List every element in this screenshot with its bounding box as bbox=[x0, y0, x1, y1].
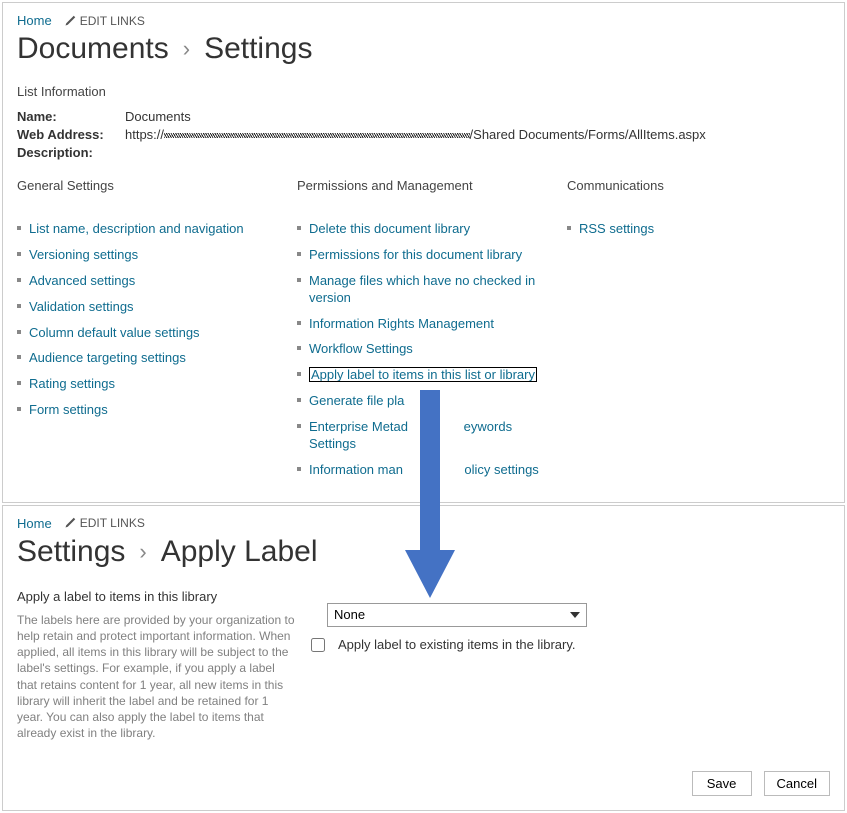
permissions-heading: Permissions and Management bbox=[297, 178, 547, 193]
label-dropdown[interactable]: None bbox=[327, 603, 587, 627]
link-irm[interactable]: Information Rights Management bbox=[309, 316, 494, 331]
url-suffix: /Shared Documents/Forms/AllItems.aspx bbox=[470, 127, 706, 142]
general-settings-column: General Settings List name, description … bbox=[17, 178, 277, 488]
name-value: Documents bbox=[125, 109, 191, 124]
communications-column: Communications RSS settings bbox=[567, 178, 747, 488]
top-nav-2: Home EDIT LINKS bbox=[17, 516, 830, 531]
edit-links-link[interactable]: EDIT LINKS bbox=[64, 14, 145, 28]
cancel-button[interactable]: Cancel bbox=[764, 771, 830, 796]
link-versioning[interactable]: Versioning settings bbox=[29, 247, 138, 262]
link-rating[interactable]: Rating settings bbox=[29, 376, 115, 391]
link-column-defaults[interactable]: Column default value settings bbox=[29, 325, 200, 340]
apply-existing-checkbox[interactable] bbox=[311, 638, 325, 652]
url-prefix: https:// bbox=[125, 127, 164, 142]
list-info-table: Name: Documents Web Address: https://xxx… bbox=[17, 109, 830, 160]
link-manage-files[interactable]: Manage files which have no checked in ve… bbox=[309, 273, 535, 305]
edit-links-label-2: EDIT LINKS bbox=[80, 516, 145, 530]
link-apply-label[interactable]: Apply label to items in this list or lib… bbox=[309, 367, 537, 382]
title-part-apply-label: Apply Label bbox=[161, 535, 318, 569]
edit-links-label: EDIT LINKS bbox=[80, 14, 145, 28]
title-part-documents: Documents bbox=[17, 32, 169, 66]
link-workflow[interactable]: Workflow Settings bbox=[309, 341, 413, 356]
top-nav: Home EDIT LINKS bbox=[17, 13, 830, 28]
web-address-value: https://xxxxxxxxxxxxxxxxxxxxxxxxxxxxxxxx… bbox=[125, 127, 706, 142]
link-form-settings[interactable]: Form settings bbox=[29, 402, 108, 417]
link-generate-file-plan[interactable]: Generate file pla bbox=[309, 393, 404, 408]
general-settings-list: List name, description and navigation Ve… bbox=[17, 221, 277, 419]
home-link-2[interactable]: Home bbox=[17, 516, 52, 531]
breadcrumb-chevron-icon: › bbox=[139, 539, 146, 565]
communications-heading: Communications bbox=[567, 178, 747, 193]
permissions-column: Permissions and Management Delete this d… bbox=[297, 178, 547, 488]
link-audience-targeting[interactable]: Audience targeting settings bbox=[29, 350, 186, 365]
title-part-settings: Settings bbox=[204, 32, 312, 66]
permissions-list: Delete this document library Permissions… bbox=[297, 221, 547, 479]
apply-existing-label: Apply label to existing items in the lib… bbox=[338, 637, 575, 652]
title-part-settings-2: Settings bbox=[17, 535, 125, 569]
link-rss[interactable]: RSS settings bbox=[579, 221, 654, 236]
documents-settings-panel: Home EDIT LINKS Documents › Settings Lis… bbox=[2, 2, 845, 503]
link-advanced[interactable]: Advanced settings bbox=[29, 273, 135, 288]
name-label: Name: bbox=[17, 109, 125, 124]
communications-list: RSS settings bbox=[567, 221, 747, 238]
general-settings-heading: General Settings bbox=[17, 178, 277, 193]
edit-links-link-2[interactable]: EDIT LINKS bbox=[64, 516, 145, 530]
apply-label-subheading: Apply a label to items in this library bbox=[17, 589, 297, 604]
settings-columns: General Settings List name, description … bbox=[17, 178, 830, 488]
home-link[interactable]: Home bbox=[17, 13, 52, 28]
description-label: Description: bbox=[17, 145, 125, 160]
page-title: Documents › Settings bbox=[17, 32, 830, 66]
pencil-icon bbox=[64, 517, 76, 529]
apply-label-controls: None Apply label to existing items in th… bbox=[327, 589, 830, 742]
web-address-label: Web Address: bbox=[17, 127, 125, 142]
link-enterprise-metadata[interactable]: Enterprise Metadata and Keywords Setting… bbox=[309, 419, 512, 451]
list-information-heading: List Information bbox=[17, 84, 830, 99]
link-delete-library[interactable]: Delete this document library bbox=[309, 221, 470, 236]
link-permissions[interactable]: Permissions for this document library bbox=[309, 247, 522, 262]
save-button[interactable]: Save bbox=[692, 771, 752, 796]
action-buttons: Save Cancel bbox=[692, 771, 830, 796]
pencil-icon bbox=[64, 15, 76, 27]
apply-label-panel: Home EDIT LINKS Settings › Apply Label A… bbox=[2, 505, 845, 811]
url-redacted: xxxxxxxxxxxxxxxxxxxxxxxxxxxxxxxxxxxxxxxx… bbox=[164, 127, 470, 142]
link-information-management[interactable]: Information management policy settings bbox=[309, 462, 539, 477]
apply-label-description: Apply a label to items in this library T… bbox=[17, 589, 297, 742]
breadcrumb-chevron-icon: › bbox=[183, 36, 190, 62]
apply-label-text: The labels here are provided by your org… bbox=[17, 612, 297, 742]
page-title-2: Settings › Apply Label bbox=[17, 535, 830, 569]
link-list-name[interactable]: List name, description and navigation bbox=[29, 221, 244, 236]
link-validation[interactable]: Validation settings bbox=[29, 299, 134, 314]
apply-label-body: Apply a label to items in this library T… bbox=[17, 589, 830, 742]
